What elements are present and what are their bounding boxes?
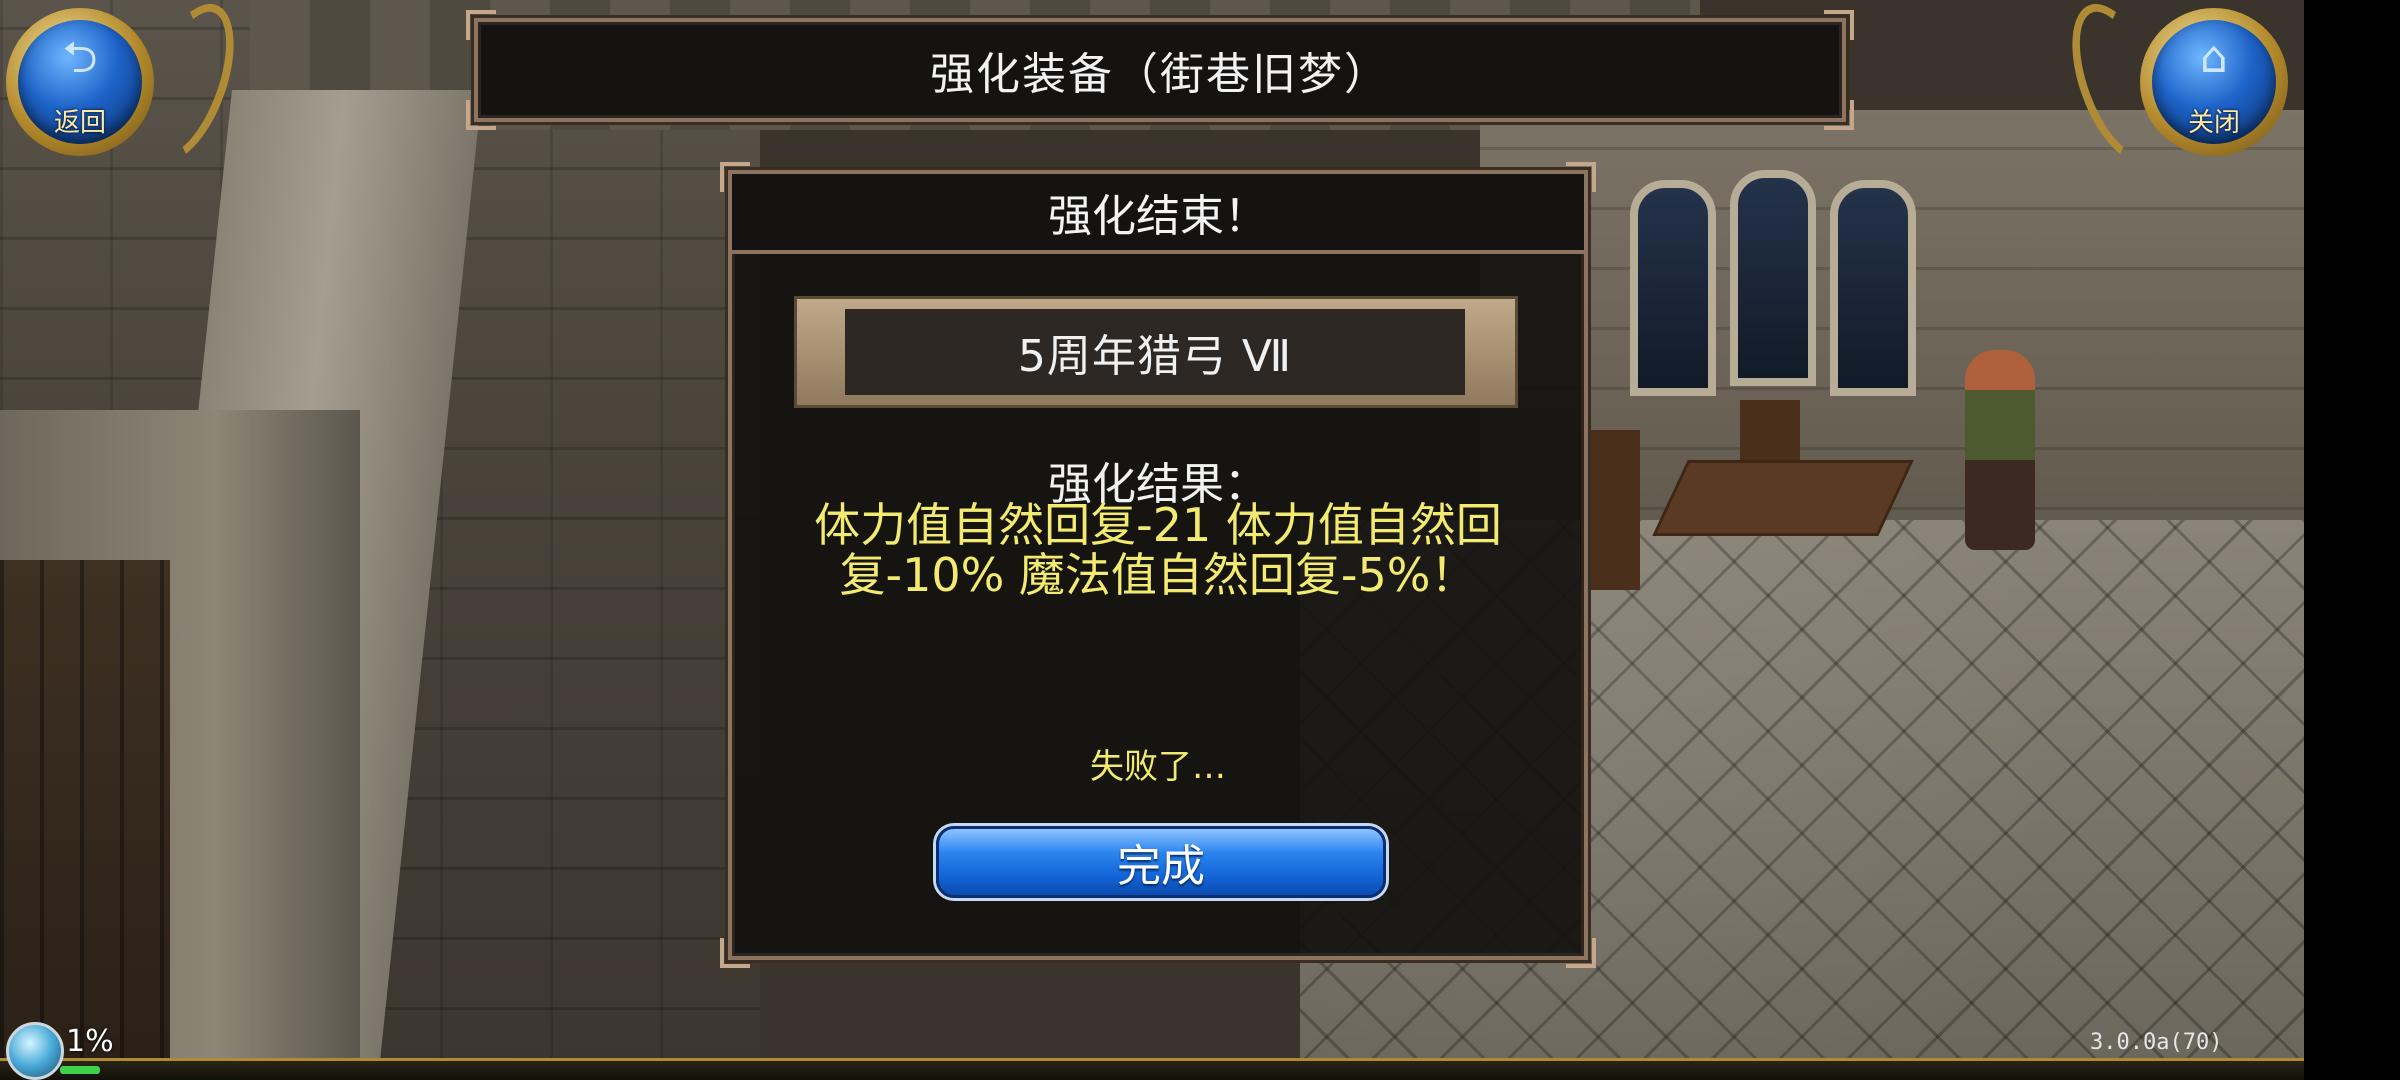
enhance-result-dialog: 强化结束！ 5周年猎弓 Ⅶ 强化结果： 体力值自然回复-21 体力值自然回复-1… — [720, 162, 1596, 968]
npc-character[interactable] — [1965, 350, 2035, 550]
item-name: 5周年猎弓 Ⅶ — [1017, 331, 1293, 382]
close-label: 关闭 — [2187, 108, 2240, 138]
done-label: 完成 — [1117, 841, 1205, 892]
hud-bar — [0, 1058, 2304, 1080]
page-title: 强化装备（街巷旧梦） — [930, 49, 1390, 100]
back-label: 返回 — [53, 108, 106, 138]
building-window — [1730, 170, 1816, 386]
letterbox-bar — [2304, 0, 2400, 1080]
version-text: 3.0.0a(70) — [2090, 1030, 2223, 1055]
back-button[interactable]: ⮌ 返回 — [0, 2, 170, 180]
item-name-box: 5周年猎弓 Ⅶ — [845, 309, 1465, 395]
done-button[interactable]: 完成 — [936, 826, 1386, 898]
result-text: 体力值自然回复-21 体力值自然回复-10% 魔法值自然回复-5%！ — [814, 498, 1502, 602]
close-button[interactable]: ⌂ 关闭 — [2134, 2, 2304, 180]
wooden-table — [1652, 460, 1914, 536]
item-plate: 5周年猎弓 Ⅶ — [794, 296, 1518, 408]
home-icon: ⌂ — [2200, 32, 2228, 83]
exp-percent: 1% — [66, 1024, 114, 1059]
status-text: 失败了… — [1090, 747, 1226, 787]
dialog-title: 强化结束！ — [1048, 191, 1268, 242]
building-window — [1830, 180, 1916, 396]
title-bar: 强化装备（街巷旧梦） — [466, 10, 1854, 130]
exp-orb-icon — [6, 1022, 64, 1080]
wooden-door — [0, 560, 170, 1080]
back-arrow-icon: ⮌ — [62, 32, 98, 83]
wooden-chair — [1580, 430, 1640, 590]
exp-bar-fill — [60, 1066, 100, 1074]
game-scene: ⮌ 返回 ⌂ 关闭 强化装备（街巷旧梦） 强化结束！ 5周年猎弓 Ⅶ 强化结果：… — [0, 0, 2304, 1080]
dialog-header: 强化结束！ — [732, 174, 1584, 254]
building-window — [1630, 180, 1716, 396]
